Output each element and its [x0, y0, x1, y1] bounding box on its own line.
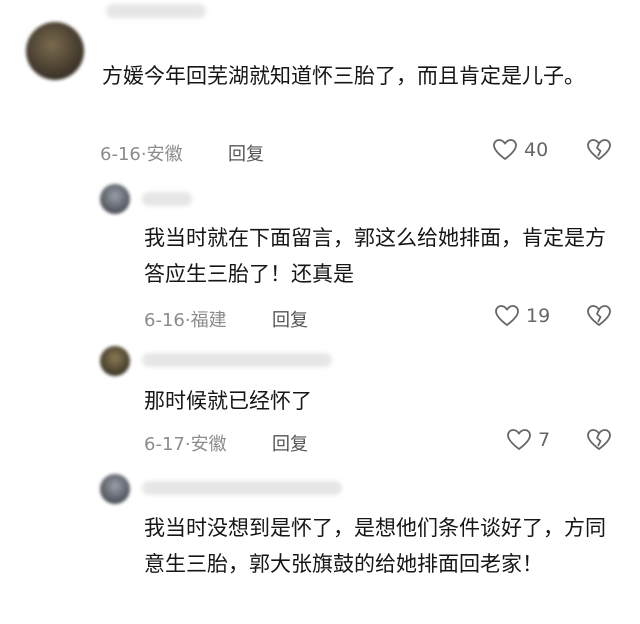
heart-outline-icon: [494, 304, 520, 328]
username-redacted[interactable]: [142, 192, 192, 206]
comment-meta: 6-17·安徽: [144, 434, 227, 455]
comment-meta: 6-16·福建: [144, 310, 227, 331]
comment-text: 那时候就已经怀了: [144, 389, 312, 413]
like-count: 19: [526, 305, 551, 327]
comment-location: 安徽: [146, 144, 183, 165]
comment-date: 6-17: [144, 434, 185, 455]
like-button[interactable]: 7: [506, 428, 550, 452]
dislike-button[interactable]: [586, 138, 612, 162]
like-button[interactable]: 40: [492, 138, 548, 162]
avatar[interactable]: [100, 346, 130, 376]
comment-text: 方媛今年回芜湖就知道怀三胎了，而且肯定是儿子。: [102, 64, 585, 88]
like-button[interactable]: 19: [494, 304, 550, 328]
comment-date: 6-16: [100, 144, 141, 165]
reply-button[interactable]: 回复: [272, 430, 308, 456]
like-count: 40: [524, 139, 549, 161]
username-redacted[interactable]: [142, 481, 342, 495]
dislike-button[interactable]: [586, 304, 612, 328]
comment-location: 安徽: [190, 434, 227, 455]
avatar[interactable]: [26, 22, 84, 80]
comment-location: 福建: [190, 310, 227, 331]
broken-heart-icon: [586, 428, 612, 452]
like-count: 7: [538, 429, 551, 451]
broken-heart-icon: [586, 304, 612, 328]
avatar[interactable]: [100, 184, 130, 214]
comment-text: 我当时没想到是怀了，是想他们条件谈好了，方同意生三胎，郭大张旗鼓的给她排面回老家…: [144, 516, 606, 576]
heart-outline-icon: [492, 138, 518, 162]
reply-button[interactable]: 回复: [272, 306, 308, 332]
username-redacted[interactable]: [106, 4, 206, 18]
username-redacted[interactable]: [142, 353, 332, 367]
comment-meta: 6-16·安徽: [100, 144, 183, 165]
reply-button[interactable]: 回复: [228, 140, 264, 166]
dislike-button[interactable]: [586, 428, 612, 452]
heart-outline-icon: [506, 428, 532, 452]
broken-heart-icon: [586, 138, 612, 162]
comment-text: 我当时就在下面留言，郭这么给她排面，肯定是方答应生三胎了！还真是: [144, 226, 606, 286]
avatar[interactable]: [100, 474, 130, 504]
comment-date: 6-16: [144, 310, 185, 331]
